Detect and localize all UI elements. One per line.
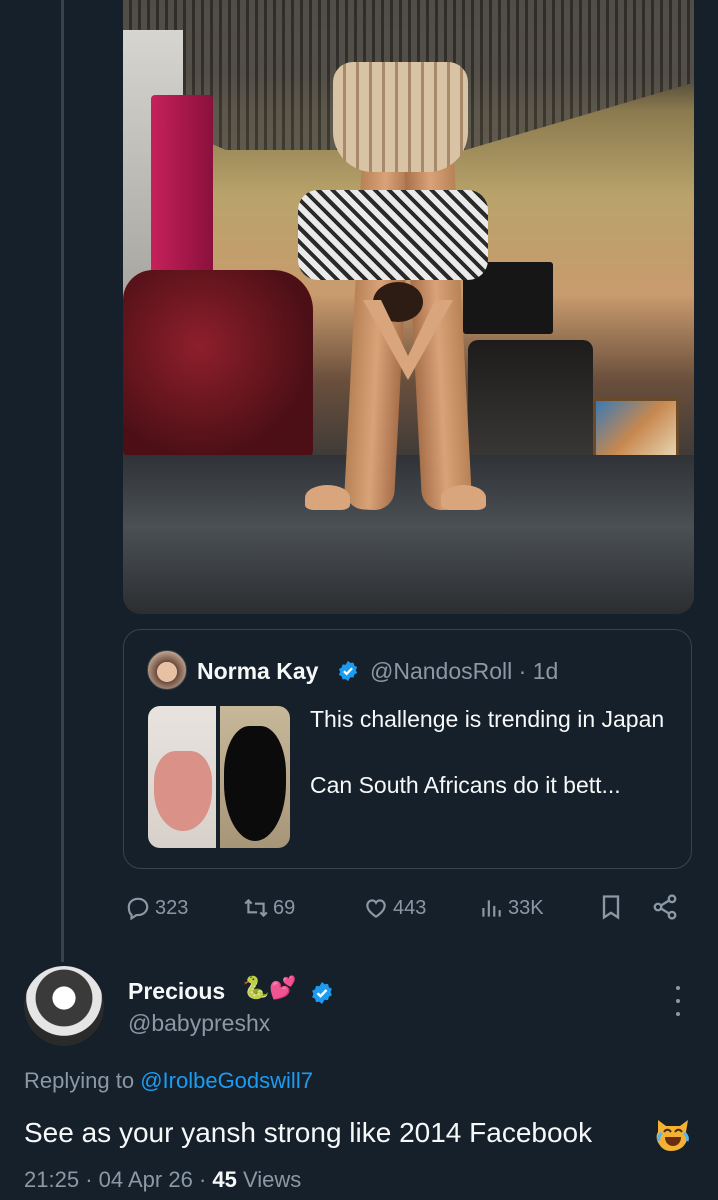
quoted-text-line1: This challenge is trending in Japan [310,706,665,732]
quoted-avatar[interactable] [147,650,187,690]
photo-foot-right [441,485,486,510]
reply-meta: 21:25 · 04 Apr 26 · 45 Views [24,1167,301,1193]
reply-count: 323 [155,896,189,919]
photo-shirt [298,190,488,280]
reply-handle: @babypreshx [128,1010,271,1036]
retweet-count: 69 [273,896,296,919]
reply-name-emoji: 🐍💕 [242,976,297,1001]
quoted-text-line2: Can South Africans do it bett... [310,772,621,798]
share-icon[interactable] [651,893,679,921]
reply-date: 04 Apr 26 [98,1167,193,1192]
photo-sofa [123,270,313,460]
quoted-separator: · [518,658,527,684]
laughing-cat-emoji-icon [656,1120,689,1151]
photo-floor [123,455,694,614]
verified-icon [338,660,358,682]
tweet-photo[interactable] [123,0,694,614]
photo-curtain [151,95,213,295]
quoted-text: This challenge is trending in Japan Can … [310,703,680,802]
photo-table [468,340,593,470]
like-icon [366,899,386,918]
replying-to-link[interactable]: @IrolbeGodswill7 [140,1068,313,1093]
replying-to: Replying to @IrolbeGodswill7 [24,1068,313,1094]
meta-sep-1: · [85,1167,93,1192]
reply-author-name: Precious [128,978,226,1004]
reply-button[interactable]: 323 [125,893,188,923]
quoted-author-name: Norma Kay [197,658,319,684]
reply-views-count: 45 [212,1167,237,1192]
replying-prefix: Replying to [24,1068,135,1093]
like-button[interactable]: 443 [363,893,426,923]
retweet-button[interactable]: 69 [243,893,295,923]
views-count: 33K [508,896,544,919]
views-button[interactable]: 33K [478,893,544,923]
quoted-handle-time: @NandosRoll · 1d [370,658,558,685]
bookmark-icon[interactable] [597,893,625,921]
quoted-thumbnail-left [148,706,216,848]
quoted-time: 1d [532,658,559,684]
reply-time: 21:25 [24,1167,80,1192]
more-icon[interactable] [668,986,688,1016]
photo-wall-picture [593,398,679,462]
quoted-thumbnail-right [220,706,290,848]
meta-sep-2: · [198,1167,207,1192]
retweet-icon [244,898,268,918]
quoted-handle: @NandosRoll [370,658,513,684]
verified-icon [312,982,332,1004]
reply-icon [127,897,149,921]
quoted-thumbnail[interactable] [148,706,290,848]
reply-views-label: Views [243,1167,302,1192]
reply-text: See as your yansh strong like 2014 Faceb… [24,1117,593,1148]
views-icon [482,900,501,917]
photo-foot-left [305,485,350,510]
thread-line [61,0,64,962]
reply-avatar[interactable] [24,966,104,1046]
like-count: 443 [393,896,427,919]
photo-shorts [333,62,468,172]
